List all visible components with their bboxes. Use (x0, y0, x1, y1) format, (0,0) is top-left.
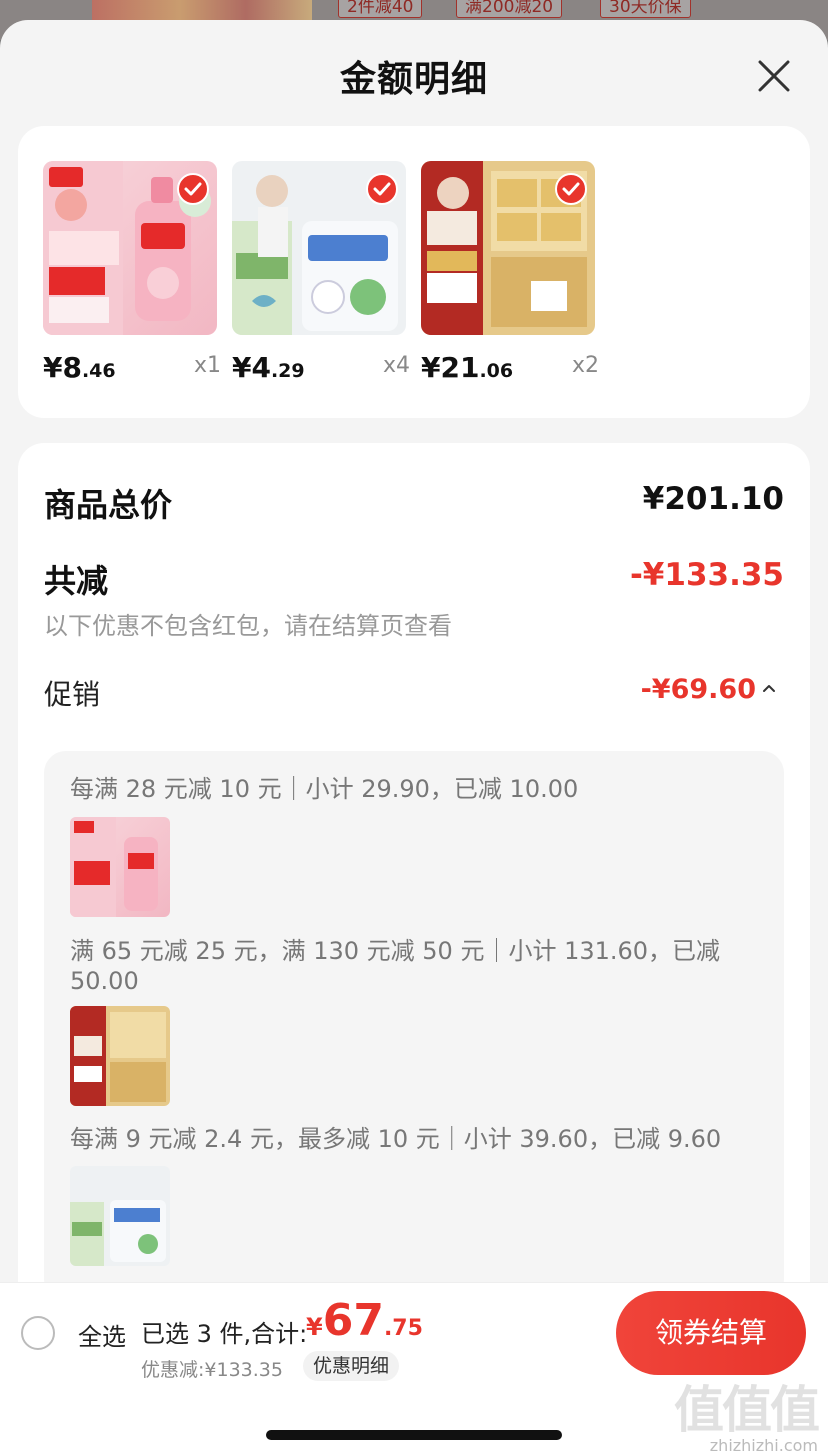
product-image (232, 161, 406, 335)
sheet-title: 金额明细 (339, 59, 488, 100)
checkout-button[interactable]: 领券结算 (616, 1291, 806, 1375)
select-all-radio[interactable] (21, 1316, 55, 1350)
product-quantity: x1 (193, 353, 221, 378)
select-all-label[interactable]: 全选 (78, 1317, 126, 1352)
kitchen-towel-thumbnail (70, 1200, 166, 1266)
checkout-bar: 全选 已选 3 件,合计: ¥67.75 优惠减:¥133.35 优惠明细 领券… (0, 1282, 828, 1384)
checked-icon[interactable] (366, 173, 398, 205)
product-price: ¥21.06 (421, 351, 514, 384)
detergent-thumbnail (70, 817, 158, 917)
product-quantity: x2 (571, 353, 599, 378)
promotion-value: -¥69.60 (640, 674, 756, 705)
product-image (43, 161, 217, 335)
close-icon (758, 60, 790, 92)
discount-note: 以下优惠不包含红包，请在结算页查看 (44, 612, 452, 640)
reduce-value: -¥133.35 (629, 557, 784, 593)
promotion-product-thumbnail (70, 1166, 170, 1266)
product-quantity: x4 (382, 353, 410, 378)
discount-detail-link[interactable]: 优惠明细 (303, 1351, 400, 1381)
discount-amount: 优惠减:¥133.35 (141, 1359, 283, 1381)
amount-detail-sheet: 金额明细 ¥8.46 x1 ¥4.29 x4 ¥21.06 x2 商品总价 ¥2… (0, 20, 828, 1456)
promotion-details: 每满 28 元减 10 元｜小计 29.90，已减 10.00 满 65 元减 … (44, 751, 784, 1301)
tissue-thumbnail (70, 1006, 166, 1106)
promotion-rule: 满 65 元减 25 元，满 130 元减 50 元｜小计 131.60，已减 … (70, 937, 721, 995)
home-indicator-area: 值值值 zhizhizhi.com (0, 1384, 828, 1456)
total-price-label: 商品总价 (44, 486, 173, 524)
checked-icon[interactable] (177, 173, 209, 205)
promotion-label: 促销 (44, 678, 101, 711)
reduce-label: 共减 (44, 562, 109, 600)
product-image (421, 161, 595, 335)
selected-products-card: ¥8.46 x1 ¥4.29 x4 ¥21.06 x2 (18, 126, 810, 418)
promotion-product-thumbnail (70, 1006, 170, 1106)
product-item[interactable]: ¥8.46 x1 (43, 161, 221, 384)
home-indicator[interactable] (266, 1430, 562, 1440)
background-chip: 满200减20 (456, 0, 563, 18)
watermark: 值值值 zhizhizhi.com (674, 1381, 820, 1455)
background-thumbnails (92, 0, 312, 22)
product-item[interactable]: ¥4.29 x4 (232, 161, 410, 384)
background-chip: 30天价保 (600, 0, 691, 18)
checked-icon[interactable] (555, 173, 587, 205)
selected-count: 已选 3 件,合计: (141, 1320, 308, 1348)
total-amount: ¥67.75 (306, 1295, 423, 1346)
background-chip: 2件减40 (338, 0, 423, 18)
watermark-logo: 值值值 (674, 1381, 820, 1439)
chevron-up-icon[interactable] (762, 681, 776, 695)
promotion-rule: 每满 28 元减 10 元｜小计 29.90，已减 10.00 (70, 775, 579, 803)
product-price: ¥4.29 (232, 351, 305, 384)
close-button[interactable] (750, 52, 798, 100)
product-price: ¥8.46 (43, 351, 116, 384)
promotion-product-thumbnail (70, 817, 170, 917)
total-price-value: ¥201.10 (642, 481, 784, 517)
product-item[interactable]: ¥21.06 x2 (421, 161, 599, 384)
promotion-rule: 每满 9 元减 2.4 元，最多减 10 元｜小计 39.60，已减 9.60 (70, 1125, 722, 1153)
